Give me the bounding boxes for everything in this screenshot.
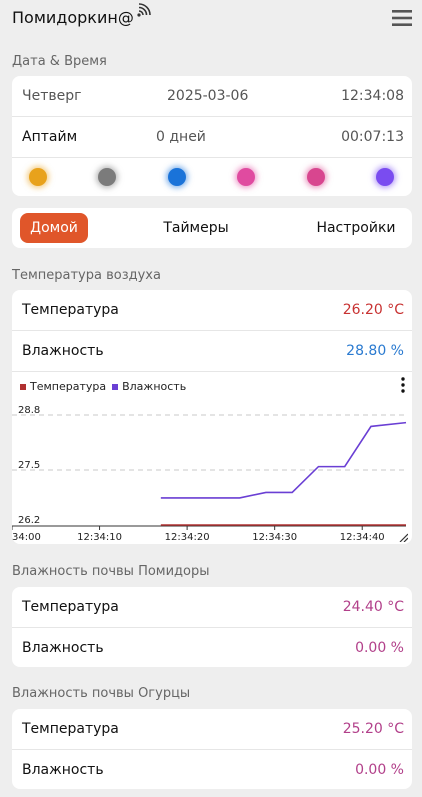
time-text: 12:34:08 [341,88,404,104]
chart-plot: 28.8 27.5 26.2 34:00 12:34:10 12:34:20 12:34:3… [12,405,407,543]
soil-tomato-hum-label: Влажность [22,640,104,656]
wifi-icon [137,3,151,17]
resize-handle-icon[interactable] [398,532,408,542]
soil-tomato-hum-value: 0.00 % [355,640,404,656]
soil-cucumber-section-title: Влажность почвы Огурцы [12,686,191,701]
x-tick-label: 12:34:40 [340,532,385,543]
x-tick-label: 34:00 [12,532,41,543]
air-section-title: Температура воздуха [12,268,161,283]
soil-cucumber-temp-label: Температура [22,721,119,737]
soil-cucumber-hum-label: Влажность [22,762,104,778]
soil-tomato-section-title: Влажность почвы Помидоры [12,564,210,579]
tab-bar: Домой Таймеры Настройки [12,208,412,248]
uptime-days: 0 дней [156,129,206,145]
y-tick-label: 27.5 [18,460,40,471]
tab-timers[interactable]: Таймеры [152,213,240,243]
app-header: Помидоркин@ [0,0,422,40]
uptime-label: Аптайм [22,129,78,145]
y-tick-label: 26.2 [18,515,40,526]
soil-cucumber-card: Температура 25.20 °C Влажность 0.00 % [12,709,412,789]
air-chart: Температура Влажность 28.8 27.5 26.2 34:00 1… [12,370,412,544]
soil-cucumber-temp-value: 25.20 °C [342,721,404,737]
air-temp-value: 26.20 °C [342,302,404,318]
soil-tomato-card: Температура 24.40 °C Влажность 0.00 % [12,587,412,667]
app-title: Помидоркин@ [12,8,134,27]
humidity-series-line [160,421,407,499]
hamburger-menu-icon[interactable] [392,9,412,27]
status-dot-1[interactable] [29,168,47,186]
status-dot-2[interactable] [98,168,116,186]
status-dots [12,158,412,194]
y-tick-label: 28.8 [18,405,40,416]
air-hum-label: Влажность [22,343,104,359]
air-card: Температура 26.20 °C Влажность 28.80 % Т… [12,290,412,544]
soil-tomato-temp-value: 24.40 °C [342,599,404,615]
date-row: Четверг 2025-03-06 12:34:08 [12,76,412,116]
datetime-card: Четверг 2025-03-06 12:34:08 Аптайм 0 дне… [12,76,412,196]
status-dot-6[interactable] [376,168,394,186]
status-dot-5[interactable] [307,168,325,186]
x-tick-label: 12:34:30 [252,532,297,543]
datetime-section-title: Дата & Время [12,54,107,69]
uptime-time: 00:07:13 [341,129,404,145]
uptime-row: Аптайм 0 дней 00:07:13 [12,117,412,157]
x-tick-label: 12:34:10 [77,532,122,543]
air-hum-value: 28.80 % [346,343,404,359]
soil-tomato-temp-label: Температура [22,599,119,615]
x-tick-label: 12:34:20 [165,532,210,543]
air-temp-label: Температура [22,302,119,318]
status-dot-3[interactable] [168,168,186,186]
date-text: 2025-03-06 [167,88,249,104]
weekday-text: Четверг [22,88,82,104]
status-dot-4[interactable] [237,168,255,186]
soil-cucumber-hum-value: 0.00 % [355,762,404,778]
tab-settings[interactable]: Настройки [308,213,404,243]
tab-home[interactable]: Домой [20,213,88,243]
